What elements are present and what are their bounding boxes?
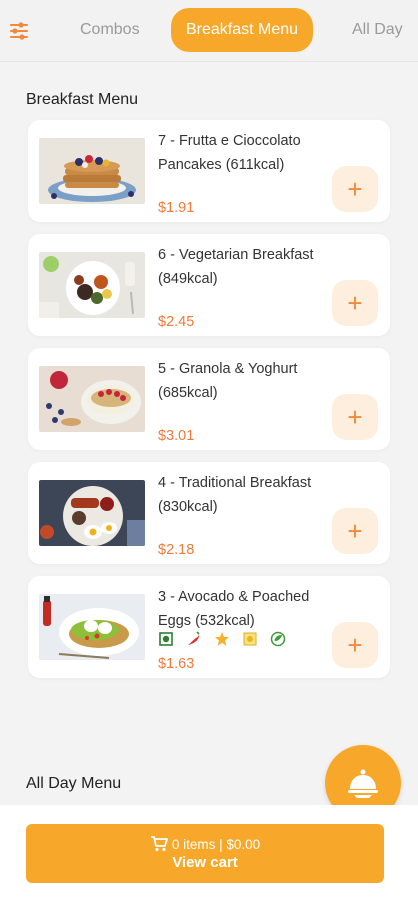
add-button[interactable]: + [332, 166, 378, 212]
menu-item-card[interactable]: 4 - Traditional Breakfast (830kcal) $2.1… [28, 462, 390, 564]
item-price: $3.01 [158, 428, 195, 444]
menu-item-card[interactable]: 3 - Avocado & Poached Eggs (532kcal) $1.… [28, 576, 390, 678]
item-price: $2.18 [158, 542, 195, 558]
add-button[interactable]: + [332, 280, 378, 326]
plus-icon: + [347, 515, 363, 546]
star-icon [214, 631, 230, 647]
item-price: $2.45 [158, 314, 195, 330]
item-name: 5 - Granola & Yoghurt (685kcal) [158, 361, 298, 401]
cloche-icon [348, 769, 378, 798]
category-bar: Combos Breakfast Menu All Day [0, 0, 418, 62]
tab-breakfast-menu[interactable]: Breakfast Menu [171, 8, 314, 52]
cart-summary-row: 0 items | $0.00 [150, 836, 260, 852]
filter-icon[interactable] [8, 20, 30, 42]
sun-icon [242, 631, 258, 647]
item-price: $1.63 [158, 656, 195, 672]
item-name: 7 - Frutta e Cioccolato Pancakes (611kca… [158, 133, 301, 173]
dietary-icons [158, 631, 286, 647]
view-cart-button[interactable]: 0 items | $0.00 View cart [26, 824, 384, 883]
plus-icon: + [347, 287, 363, 318]
cart-summary: 0 items | $0.00 [171, 836, 261, 852]
view-cart-label: View cart [172, 854, 238, 871]
vegan-icon [270, 631, 286, 647]
tab-all-day[interactable]: All Day [352, 8, 403, 52]
avocado-eggs-image [39, 594, 145, 660]
add-button[interactable]: + [332, 622, 378, 668]
item-name: 4 - Traditional Breakfast (830kcal) [158, 475, 312, 515]
add-button[interactable]: + [332, 508, 378, 554]
item-price: $1.91 [158, 200, 195, 216]
granola-yoghurt-image [39, 366, 145, 432]
add-button[interactable]: + [332, 394, 378, 440]
plus-icon: + [347, 629, 363, 660]
section-title-breakfast: Breakfast Menu [26, 91, 139, 108]
plus-icon: + [347, 173, 363, 204]
plus-icon: + [347, 401, 363, 432]
menu-item-card[interactable]: 6 - Vegetarian Breakfast (849kcal) $2.45… [28, 234, 390, 336]
menu-item-card[interactable]: 7 - Frutta e Cioccolato Pancakes (611kca… [28, 120, 390, 222]
pancakes-image [39, 138, 145, 204]
cart-bar: 0 items | $0.00 View cart [0, 805, 418, 900]
tab-combos[interactable]: Combos [80, 8, 140, 52]
section-title-all-day: All Day Menu [26, 775, 122, 792]
vegetarian-breakfast-image [39, 252, 145, 318]
cart-icon [150, 836, 168, 852]
chili-icon [186, 631, 202, 647]
item-name: 3 - Avocado & Poached Eggs (532kcal) [158, 589, 310, 629]
vegetarian-icon [158, 631, 174, 647]
traditional-breakfast-image [39, 480, 145, 546]
item-name: 6 - Vegetarian Breakfast (849kcal) [158, 247, 314, 287]
menu-item-card[interactable]: 5 - Granola & Yoghurt (685kcal) $3.01 + [28, 348, 390, 450]
